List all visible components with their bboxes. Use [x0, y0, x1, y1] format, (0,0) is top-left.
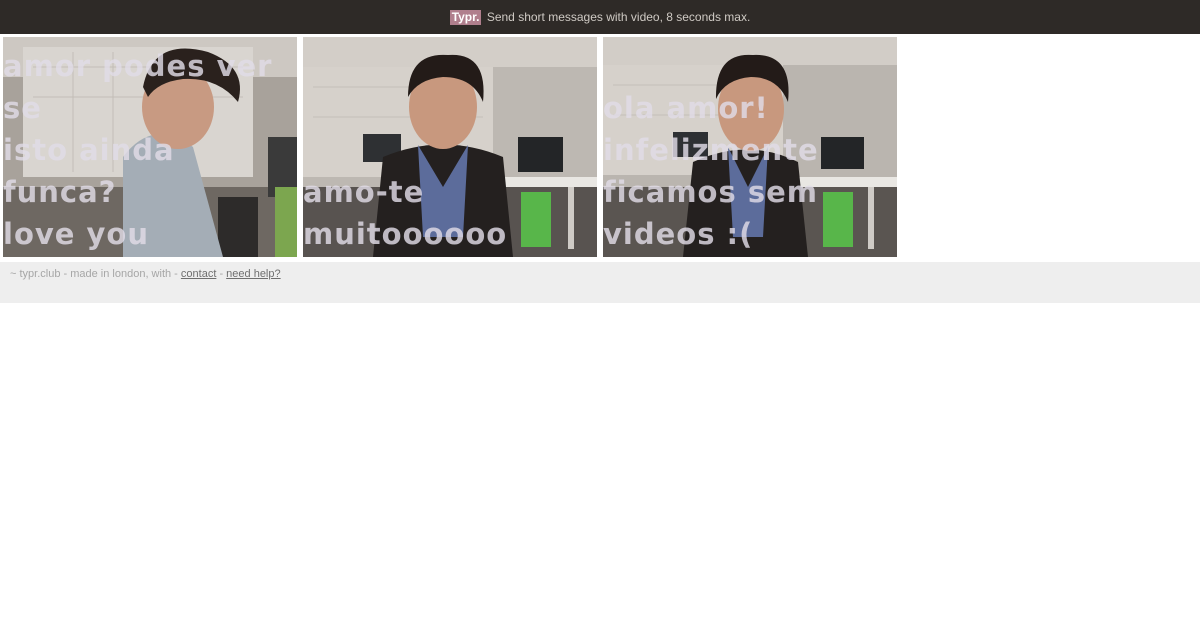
- video-message-tile[interactable]: ola amor! infelizmente ficamos sem video…: [603, 37, 897, 257]
- tagline: Send short messages with video, 8 second…: [486, 10, 751, 24]
- footer: ~ typr.club - made in london, with - con…: [0, 262, 1200, 303]
- brand-logo[interactable]: Typr.: [449, 10, 482, 25]
- message-caption: ola amor! infelizmente ficamos sem video…: [603, 91, 819, 251]
- help-link[interactable]: need help?: [226, 268, 280, 280]
- message-caption: amor podes ver se isto ainda funca? love…: [3, 49, 273, 251]
- contact-link[interactable]: contact: [181, 268, 216, 280]
- top-banner: Typr. Send short messages with video, 8 …: [0, 0, 1200, 34]
- message-grid: amor podes ver se isto ainda funca? love…: [3, 37, 1197, 257]
- video-message-tile[interactable]: amo-te muitoooooo: [303, 37, 597, 257]
- message-caption: amo-te muitoooooo: [303, 175, 508, 251]
- footer-separator: -: [219, 268, 224, 280]
- video-message-tile[interactable]: amor podes ver se isto ainda funca? love…: [3, 37, 297, 257]
- footer-text: ~ typr.club - made in london, with -: [10, 268, 178, 280]
